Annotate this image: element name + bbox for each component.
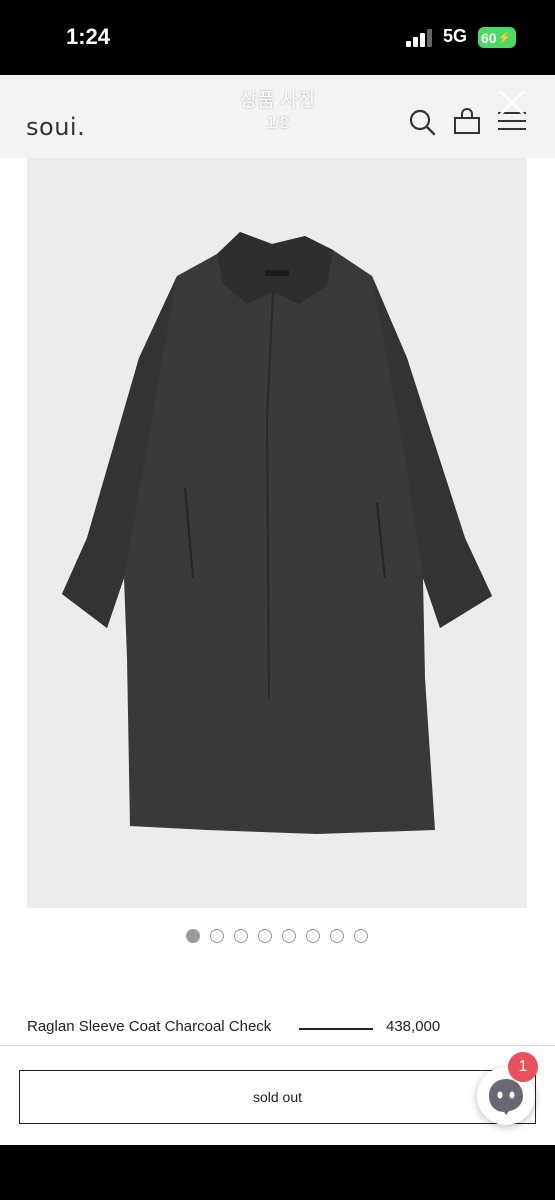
status-bar: 1:24 5G 60 ⚡ xyxy=(0,0,555,75)
photo-viewer-title: 상품 사진 xyxy=(239,90,316,111)
charging-bolt-icon: ⚡ xyxy=(497,32,512,44)
carousel-dot[interactable] xyxy=(258,929,272,943)
carousel-dot[interactable] xyxy=(186,929,200,943)
product-page: Raglan Sleeve Coat Charcoal Check 438,00… xyxy=(0,158,555,1145)
carousel-dot[interactable] xyxy=(354,929,368,943)
carousel-dot[interactable] xyxy=(306,929,320,943)
carousel-dot[interactable] xyxy=(210,929,224,943)
carousel-dot[interactable] xyxy=(330,929,344,943)
battery-indicator: 60 ⚡ xyxy=(478,27,516,48)
network-label: 5G xyxy=(443,26,468,46)
chat-notification-badge: 1 xyxy=(508,1052,538,1082)
product-name: Raglan Sleeve Coat Charcoal Check xyxy=(27,1018,272,1035)
product-price: 438,000 xyxy=(386,1018,441,1035)
bottom-bar xyxy=(0,1145,555,1200)
status-time: 1:24 xyxy=(66,24,111,49)
carousel-dot[interactable] xyxy=(234,929,248,943)
product-info: Raglan Sleeve Coat Charcoal Check 438,00… xyxy=(27,1018,527,1040)
close-icon[interactable] xyxy=(498,89,526,117)
site-header: soui. 상품 사진 1/2 xyxy=(0,75,555,158)
section-divider xyxy=(0,1045,555,1046)
product-photo[interactable] xyxy=(27,158,527,908)
carousel-dot[interactable] xyxy=(282,929,296,943)
photo-counter: 1/2 xyxy=(266,115,289,132)
divider-line xyxy=(299,1028,373,1030)
carousel-dots xyxy=(186,929,368,943)
coat-image xyxy=(62,232,492,834)
battery-level: 60 xyxy=(481,29,497,46)
signal-icon xyxy=(406,29,432,47)
sold-out-button[interactable]: sold out xyxy=(19,1070,536,1124)
